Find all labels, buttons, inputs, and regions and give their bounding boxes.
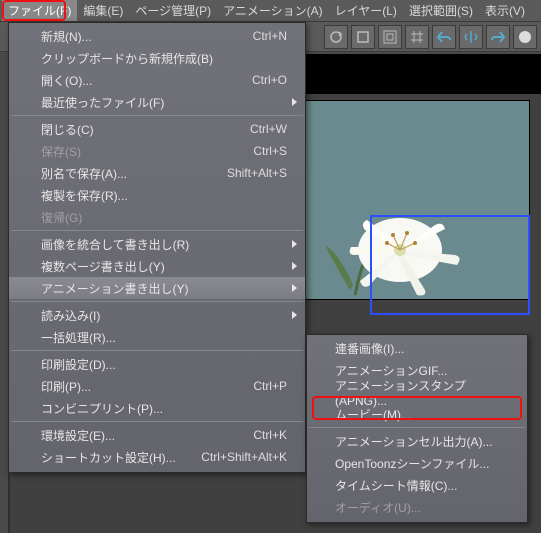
menu-file[interactable]: ファイル(F) [2, 0, 77, 21]
menu-item-label: 複数ページ書き出し(Y) [41, 258, 165, 275]
menu-item-shortcut: Ctrl+P [253, 379, 287, 393]
menu-item-label: 保存(S) [41, 143, 81, 160]
menu-edit[interactable]: 編集(E) [77, 0, 129, 21]
menu-item[interactable]: 複数ページ書き出し(Y) [9, 255, 305, 277]
submenu-item: オーディオ(U)... [307, 496, 527, 518]
tool-grid-icon[interactable] [405, 25, 429, 49]
menu-item-shortcut: Ctrl+W [250, 122, 287, 136]
submenu-item-label: アニメーションセル出力(A)... [335, 433, 493, 450]
submenu-item[interactable]: OpenToonzシーンファイル... [307, 452, 527, 474]
menu-item-label: 一括処理(R)... [41, 329, 116, 346]
menu-item[interactable]: コンビニプリント(P)... [9, 397, 305, 419]
submenu-item[interactable]: 連番画像(I)... [307, 337, 527, 359]
menu-item[interactable]: 印刷設定(D)... [9, 353, 305, 375]
submenu-item[interactable]: タイムシート情報(C)... [307, 474, 527, 496]
menu-item-label: 最近使ったファイル(F) [41, 94, 164, 111]
separator [11, 115, 303, 116]
menu-item-label: クリップボードから新規作成(B) [41, 50, 213, 67]
menu-item[interactable]: 環境設定(E)... Ctrl+K [9, 424, 305, 446]
submenu-item-label: オーディオ(U)... [335, 499, 421, 516]
menu-item-label: アニメーション書き出し(Y) [41, 280, 189, 297]
menu-item[interactable]: 閉じる(C) Ctrl+W [9, 118, 305, 140]
tool-circle-icon[interactable] [513, 25, 537, 49]
menu-item-label: 印刷設定(D)... [41, 356, 116, 373]
menu-item-label: 環境設定(E)... [41, 427, 115, 444]
menu-item[interactable]: 開く(O)... Ctrl+O [9, 69, 305, 91]
menu-select[interactable]: 選択範囲(S) [403, 0, 479, 21]
menu-item[interactable]: 新規(N)... Ctrl+N [9, 25, 305, 47]
menu-item-shortcut: Ctrl+K [253, 428, 287, 442]
submenu-item[interactable]: アニメーションセル出力(A)... [307, 430, 527, 452]
menu-item-label: ショートカット設定(H)... [41, 449, 176, 466]
tool-rotate-icon[interactable] [324, 25, 348, 49]
animation-export-submenu: 連番画像(I)...アニメーションGIF...アニメーションスタンプ(APNG)… [306, 334, 528, 523]
tool-rotate-left-icon[interactable] [432, 25, 456, 49]
menu-page[interactable]: ページ管理(P) [129, 0, 217, 21]
menu-item-label: 別名で保存(A)... [41, 165, 127, 182]
menu-item[interactable]: 印刷(P)... Ctrl+P [9, 375, 305, 397]
menu-item-shortcut: Ctrl+O [252, 73, 287, 87]
tool-flip-icon[interactable] [459, 25, 483, 49]
separator [11, 421, 303, 422]
menu-item-shortcut: Ctrl+Shift+Alt+K [201, 450, 287, 464]
menu-item-shortcut: Shift+Alt+S [227, 166, 287, 180]
blackout-area [306, 54, 541, 94]
menu-item[interactable]: 最近使ったファイル(F) [9, 91, 305, 113]
separator [11, 301, 303, 302]
separator [11, 230, 303, 231]
menu-item[interactable]: 別名で保存(A)... Shift+Alt+S [9, 162, 305, 184]
submenu-item-label: ムービー(M)... [335, 406, 411, 423]
menu-item[interactable]: アニメーション書き出し(Y) [9, 277, 305, 299]
menu-item-label: 複製を保存(R)... [41, 187, 128, 204]
menubar: ファイル(F) 編集(E) ページ管理(P) アニメーション(A) レイヤー(L… [0, 0, 541, 22]
menu-view[interactable]: 表示(V) [479, 0, 531, 21]
menu-item[interactable]: 一括処理(R)... [9, 326, 305, 348]
menu-item-label: 開く(O)... [41, 72, 92, 89]
submenu-item-label: タイムシート情報(C)... [335, 477, 457, 494]
submenu-item-label: OpenToonzシーンファイル... [335, 455, 489, 472]
menu-item[interactable]: 読み込み(I) [9, 304, 305, 326]
menu-item-label: 新規(N)... [41, 28, 92, 45]
submenu-item-label: 連番画像(I)... [335, 340, 404, 357]
menu-item-label: 読み込み(I) [41, 307, 100, 324]
menu-item: 保存(S) Ctrl+S [9, 140, 305, 162]
separator [11, 350, 303, 351]
tool-square-icon[interactable] [351, 25, 375, 49]
tool-frame-icon[interactable] [378, 25, 402, 49]
menu-item[interactable]: 複製を保存(R)... [9, 184, 305, 206]
menu-item-label: 画像を統合して書き出し(R) [41, 236, 189, 253]
menu-layer[interactable]: レイヤー(L) [329, 0, 403, 21]
menu-item-shortcut: Ctrl+S [253, 144, 287, 158]
menu-item[interactable]: ショートカット設定(H)... Ctrl+Shift+Alt+K [9, 446, 305, 468]
submenu-item[interactable]: アニメーションスタンプ(APNG)... [307, 381, 527, 403]
separator [309, 427, 525, 428]
selection-rectangle[interactable] [370, 215, 530, 315]
menu-animation[interactable]: アニメーション(A) [217, 0, 329, 21]
submenu-item-label: アニメーションスタンプ(APNG)... [335, 377, 509, 408]
menu-item[interactable]: クリップボードから新規作成(B) [9, 47, 305, 69]
tool-rotate-right-icon[interactable] [486, 25, 510, 49]
menu-item[interactable]: 画像を統合して書き出し(R) [9, 233, 305, 255]
menu-item: 復帰(G) [9, 206, 305, 228]
menu-item-label: コンビニプリント(P)... [41, 400, 163, 417]
menu-item-label: 復帰(G) [41, 209, 82, 226]
file-dropdown: 新規(N)... Ctrl+N クリップボードから新規作成(B) 開く(O)... Ct… [8, 22, 306, 473]
menu-item-label: 印刷(P)... [41, 378, 91, 395]
menu-item-label: 閉じる(C) [41, 121, 94, 138]
menu-item-shortcut: Ctrl+N [253, 29, 287, 43]
